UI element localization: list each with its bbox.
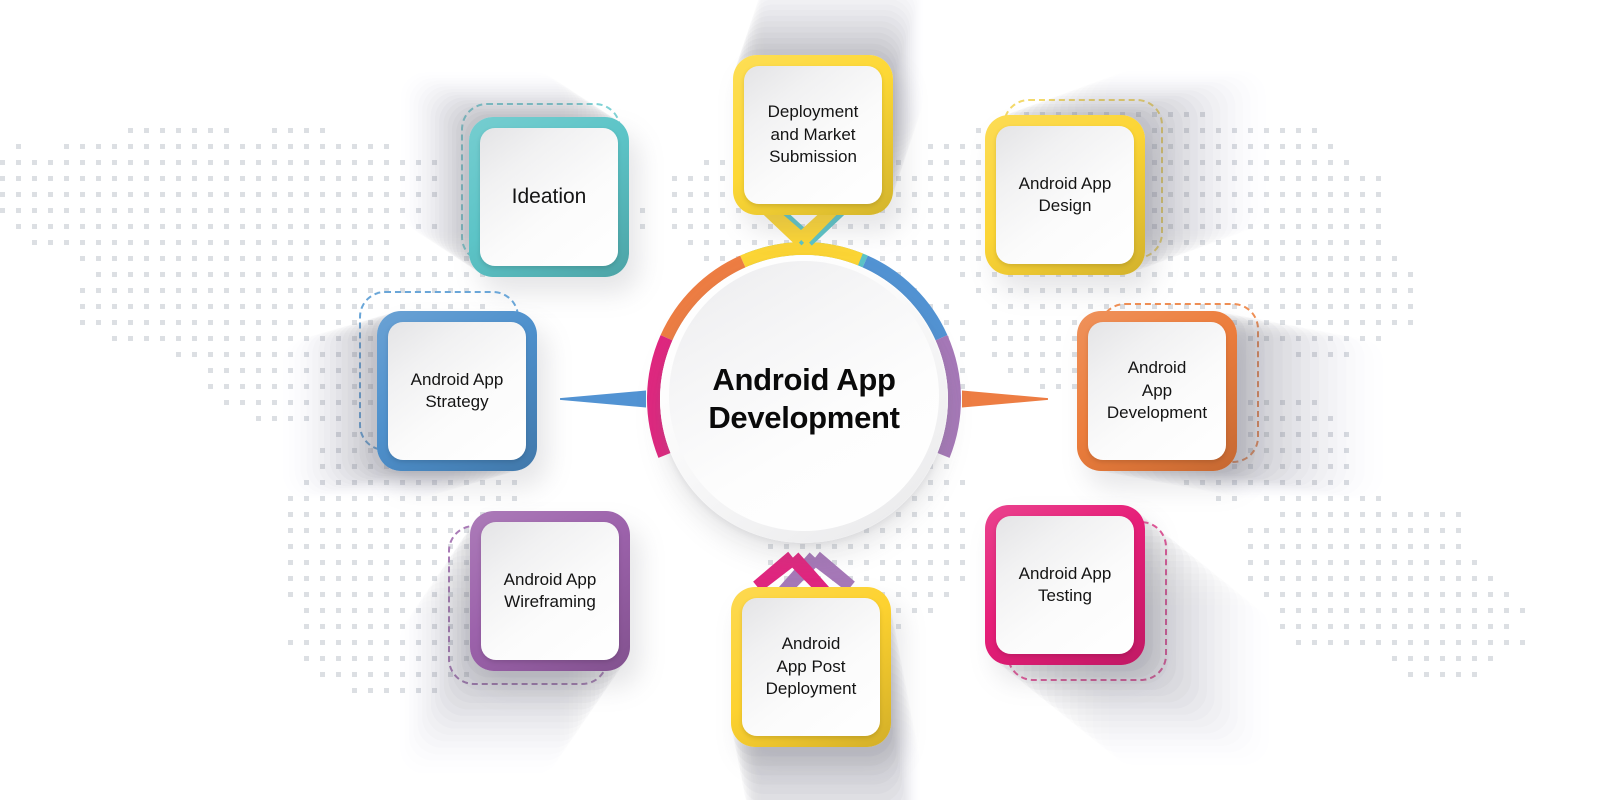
- node-frame-ideation: Ideation: [469, 117, 629, 277]
- node-frame-android-app-testing: Android App Testing: [985, 505, 1145, 665]
- node-android-app-testing[interactable]: Android App Testing: [985, 505, 1167, 681]
- spoke-development: [962, 390, 1048, 408]
- node-label-android-app-wireframing: Android App Wireframing: [481, 522, 619, 660]
- center-hub: Android App Development: [660, 255, 955, 560]
- node-frame-android-app-strategy: Android App Strategy: [377, 311, 537, 471]
- hub-title: Android App Development: [708, 362, 900, 435]
- node-frame-android-app-post-deployment: Android App Post Deployment: [731, 587, 891, 747]
- node-label-android-app-post-deployment: Android App Post Deployment: [742, 598, 880, 736]
- node-label-android-app-strategy: Android App Strategy: [388, 322, 526, 460]
- infographic-stage: Android App Development Deployment and M…: [0, 0, 1600, 800]
- node-android-app-wireframing[interactable]: Android App Wireframing: [448, 511, 630, 685]
- node-label-android-app-testing: Android App Testing: [996, 516, 1134, 654]
- node-android-app-development[interactable]: Android App Development: [1077, 303, 1259, 471]
- node-ideation[interactable]: Ideation: [461, 103, 629, 277]
- spoke-strategy: [560, 390, 646, 408]
- node-frame-android-app-development: Android App Development: [1077, 311, 1237, 471]
- node-label-android-app-design: Android App Design: [996, 126, 1134, 264]
- node-label-ideation: Ideation: [480, 128, 618, 266]
- node-frame-android-app-wireframing: Android App Wireframing: [470, 511, 630, 671]
- node-android-app-post-deployment[interactable]: Android App Post Deployment: [731, 587, 891, 747]
- node-label-deployment-and-market-submission: Deployment and Market Submission: [744, 66, 882, 204]
- node-label-android-app-development: Android App Development: [1088, 322, 1226, 460]
- node-frame-android-app-design: Android App Design: [985, 115, 1145, 275]
- node-frame-deployment-and-market-submission: Deployment and Market Submission: [733, 55, 893, 215]
- node-deployment-and-market-submission[interactable]: Deployment and Market Submission: [733, 55, 893, 215]
- node-android-app-design[interactable]: Android App Design: [985, 99, 1163, 275]
- node-android-app-strategy[interactable]: Android App Strategy: [359, 291, 537, 471]
